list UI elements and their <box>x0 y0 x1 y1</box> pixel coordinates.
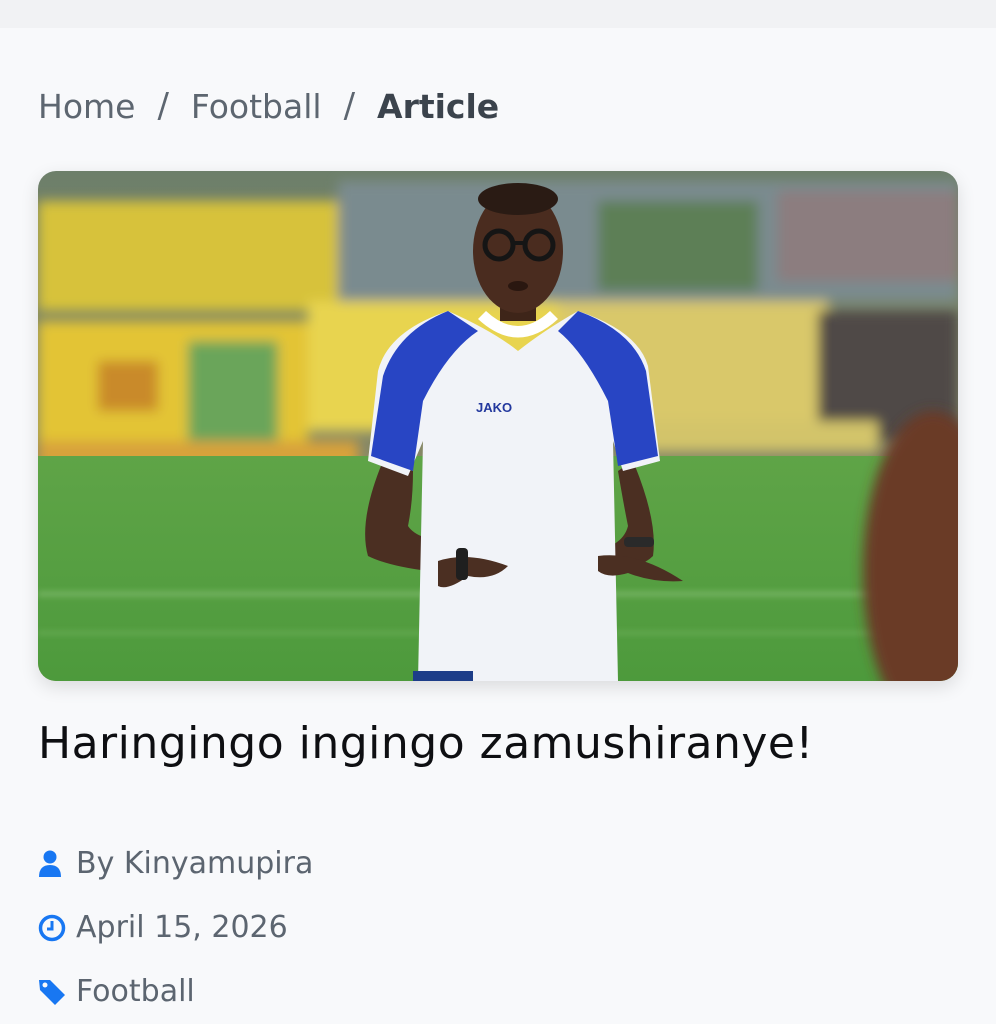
breadcrumb-separator: / <box>343 86 356 126</box>
tag-icon <box>38 977 66 1007</box>
breadcrumb-home-link[interactable]: Home <box>38 87 135 126</box>
article-hero-image: JAKO <box>38 171 958 681</box>
date-row: April 15, 2026 <box>38 910 288 945</box>
author-name[interactable]: By Kinyamupira <box>76 846 313 881</box>
article-page: Home / Football / Article JAKO Haringing… <box>0 28 996 1024</box>
category-link[interactable]: Football <box>76 974 195 1009</box>
breadcrumb: Home / Football / Article <box>38 86 499 126</box>
shirt-brand-text: JAKO <box>476 400 512 415</box>
breadcrumb-separator: / <box>157 86 169 126</box>
breadcrumb-current: Article <box>377 86 500 126</box>
user-icon <box>38 849 66 879</box>
clock-icon <box>38 913 66 943</box>
publish-date: April 15, 2026 <box>76 910 288 945</box>
article-title: Haringingo ingingo zamushiranye! <box>38 718 814 769</box>
author-row: By Kinyamupira <box>38 846 313 881</box>
category-row: Football <box>38 974 195 1009</box>
breadcrumb-category-link[interactable]: Football <box>191 87 322 126</box>
